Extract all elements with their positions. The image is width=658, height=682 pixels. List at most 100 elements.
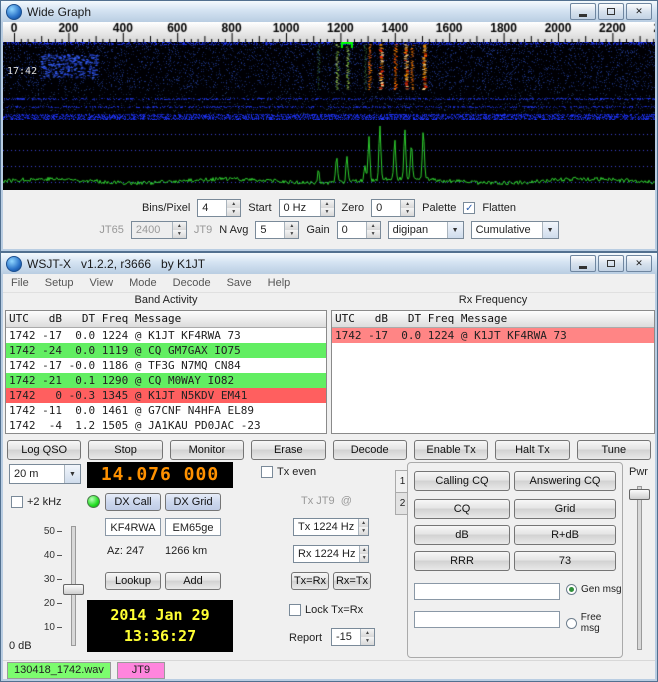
free-msg-field[interactable]	[414, 611, 560, 628]
start-label: Start	[248, 202, 271, 214]
wide-graph-titlebar[interactable]: Wide Graph ✕	[1, 1, 657, 22]
spectrum-mode-select[interactable]: Cumulative ▼	[471, 221, 559, 239]
minimize-icon[interactable]	[570, 3, 596, 20]
gain-zero-label: 0 dB	[9, 640, 32, 652]
decode-row[interactable]: 1742 -11 0.0 1461 @ G7CNF N4HFA EL89	[6, 403, 326, 418]
zero-spinner[interactable]: 0 ▲▼	[371, 199, 415, 217]
rx-gain-slider[interactable]	[63, 526, 83, 646]
spin-up-icon: ▲	[401, 200, 414, 208]
decode-row[interactable]: 1742 -17 0.0 1224 @ K1JT KF4RWA 73	[6, 328, 326, 343]
plus-2khz-checkbox[interactable]	[11, 496, 23, 508]
distance-label: 1266 km	[165, 545, 207, 557]
rrr-message-button[interactable]: RRR	[414, 551, 510, 571]
n-avg-spinner[interactable]: 5 ▲▼	[255, 221, 299, 239]
lookup-button[interactable]: Lookup	[105, 572, 161, 590]
start-freq-spinner[interactable]: 0 Hz ▲▼	[279, 199, 335, 217]
menu-file[interactable]: File	[3, 275, 37, 291]
main-titlebar[interactable]: WSJT-X v1.2.2, r3666 by K1JT ✕	[1, 253, 657, 274]
spectrum-display[interactable]	[3, 120, 655, 190]
log-qso-button[interactable]: Log QSO	[7, 440, 81, 460]
decode-row[interactable]: 1742 -24 0.0 1119 @ CQ GM7GAX IO75	[6, 343, 326, 358]
cq-message-button[interactable]: CQ	[414, 499, 510, 519]
maximize-icon[interactable]	[598, 3, 624, 20]
menu-help[interactable]: Help	[260, 275, 299, 291]
lock-tx-rx-checkbox[interactable]	[289, 604, 301, 616]
pwr-slider-handle[interactable]	[629, 489, 650, 500]
close-icon[interactable]: ✕	[626, 3, 652, 20]
waterfall-timestamp: 17:42	[7, 66, 37, 77]
dx-grid-field[interactable]: EM65ge	[165, 518, 221, 536]
tune-button[interactable]: Tune	[577, 440, 651, 460]
decode-row[interactable]: 1742 -21 0.1 1290 @ CQ M0WAY IO82	[6, 373, 326, 388]
spin-down-icon: ▼	[360, 554, 368, 562]
menu-save[interactable]: Save	[219, 275, 260, 291]
maximize-icon[interactable]	[598, 255, 624, 272]
gen-msg-radio[interactable]	[566, 584, 577, 595]
stop-button[interactable]: Stop	[88, 440, 162, 460]
lock-tx-rx-label: Lock Tx=Rx	[305, 604, 363, 616]
time-display: 13:36:27	[87, 627, 233, 645]
add-button[interactable]: Add	[165, 572, 221, 590]
menu-view[interactable]: View	[81, 275, 121, 291]
tx-even-checkbox[interactable]	[261, 466, 273, 478]
minimize-icon[interactable]	[570, 255, 596, 272]
calling-cq-header-button[interactable]: Calling CQ	[414, 471, 510, 491]
spin-up-icon: ▲	[359, 519, 368, 527]
main-client: File Setup View Mode Decode Save Help Ba…	[3, 274, 655, 679]
main-button-row: Log QSO Stop Monitor Erase Decode Enable…	[7, 440, 651, 460]
wide-graph-window: Wide Graph ✕ 17:42 Bins/Pixel 4 ▲▼ Start…	[0, 0, 658, 252]
rx-equals-tx-button[interactable]: Rx=Tx	[333, 572, 371, 590]
monitor-button[interactable]: Monitor	[170, 440, 244, 460]
frequency-ruler	[3, 22, 655, 42]
menu-setup[interactable]: Setup	[37, 275, 82, 291]
wide-graph-client: 17:42 Bins/Pixel 4 ▲▼ Start 0 Hz ▲▼ Zero…	[3, 22, 655, 249]
pwr-slider[interactable]	[629, 486, 649, 650]
report-label: Report	[289, 632, 322, 644]
halt-tx-button[interactable]: Halt Tx	[495, 440, 569, 460]
grid-message-button[interactable]: Grid	[514, 499, 616, 519]
dx-call-button[interactable]: DX Call	[105, 493, 161, 511]
waterfall-display[interactable]	[3, 42, 655, 120]
jt65-jt9-split-spinner: 2400 ▲▼	[131, 221, 187, 239]
menu-decode[interactable]: Decode	[165, 275, 219, 291]
decode-row[interactable]: 1742 -4 1.2 1505 @ JA1KAU PD0JAC -23	[6, 418, 326, 433]
close-icon[interactable]: ✕	[626, 255, 652, 272]
chevron-down-icon: ▼	[64, 465, 80, 483]
main-window-title: WSJT-X v1.2.2, r3666 by K1JT	[27, 257, 565, 271]
spin-down-icon: ▼	[359, 527, 368, 535]
free-msg-radio[interactable]	[566, 618, 577, 629]
spin-down-icon: ▼	[227, 208, 240, 216]
spin-down-icon: ▼	[173, 230, 186, 238]
app-icon	[6, 4, 22, 20]
wide-graph-title: Wide Graph	[27, 5, 565, 19]
tx-freq-spinner[interactable]: Tx 1224 Hz ▲▼	[293, 518, 369, 536]
gain-spinner[interactable]: 0 ▲▼	[337, 221, 381, 239]
decode-button[interactable]: Decode	[333, 440, 407, 460]
band-select[interactable]: 20 m ▼	[9, 464, 81, 484]
bins-per-pixel-spinner[interactable]: 4 ▲▼	[197, 199, 241, 217]
db-message-button[interactable]: dB	[414, 525, 510, 545]
rx-status-lamp	[87, 495, 100, 508]
rx-freq-spinner[interactable]: Rx 1224 Hz ▲▼	[293, 545, 369, 563]
73-message-button[interactable]: 73	[514, 551, 616, 571]
enable-tx-button[interactable]: Enable Tx	[414, 440, 488, 460]
dx-call-field[interactable]: KF4RWA	[105, 518, 161, 536]
jt65-label: JT65	[99, 224, 123, 236]
answering-cq-header-button[interactable]: Answering CQ	[514, 471, 616, 491]
flatten-checkbox[interactable]: ✓	[463, 202, 475, 214]
tx-even-label: Tx even	[277, 466, 316, 478]
menu-mode[interactable]: Mode	[121, 275, 165, 291]
tx-equals-rx-button[interactable]: Tx=Rx	[291, 572, 329, 590]
gain-scale-40: 40	[39, 550, 55, 561]
rx-gain-slider-handle[interactable]	[63, 584, 84, 595]
erase-button[interactable]: Erase	[251, 440, 325, 460]
palette-select[interactable]: digipan ▼	[388, 221, 464, 239]
spin-up-icon: ▲	[321, 200, 334, 208]
decode-row[interactable]: 1742 -17 0.0 1224 @ K1JT KF4RWA 73	[332, 328, 654, 343]
decode-row[interactable]: 1742 0 -0.3 1345 @ K1JT N5KDV EM41	[6, 388, 326, 403]
decode-row[interactable]: 1742 -17 -0.0 1186 @ TF3G N7MQ CN84	[6, 358, 326, 373]
r-db-message-button[interactable]: R+dB	[514, 525, 616, 545]
gen-msg-field[interactable]	[414, 583, 560, 600]
dx-grid-button[interactable]: DX Grid	[165, 493, 221, 511]
report-spinner[interactable]: -15 ▲▼	[331, 628, 375, 646]
